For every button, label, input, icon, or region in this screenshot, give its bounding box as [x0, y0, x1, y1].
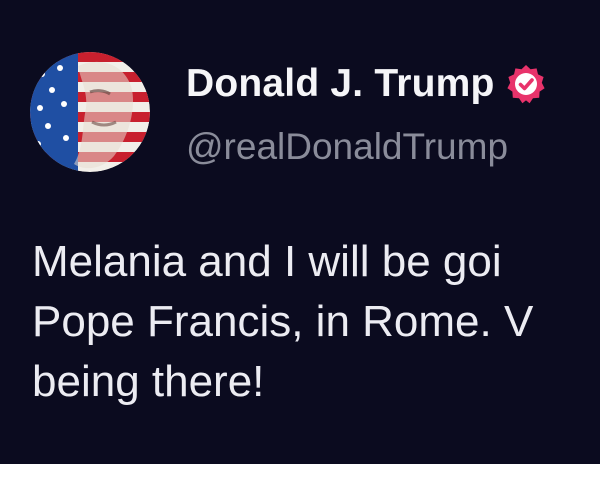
- author-avatar[interactable]: [30, 52, 150, 172]
- author-display-name[interactable]: Donald J. Trump: [186, 62, 495, 106]
- verified-check-icon: [505, 63, 547, 105]
- post-card: Donald J. Trump @realDonaldTrump Melania…: [0, 0, 600, 464]
- post-body-text: Melania and I will be goi Pope Francis, …: [32, 232, 600, 412]
- post-text-line: Pope Francis, in Rome. V: [32, 297, 534, 346]
- author-name-row: Donald J. Trump: [186, 62, 547, 106]
- author-handle[interactable]: @realDonaldTrump: [186, 126, 508, 168]
- post-text-line: being there!: [32, 357, 265, 406]
- flag-portrait-avatar-icon: [30, 52, 150, 172]
- post-text-line: Melania and I will be goi: [32, 237, 502, 286]
